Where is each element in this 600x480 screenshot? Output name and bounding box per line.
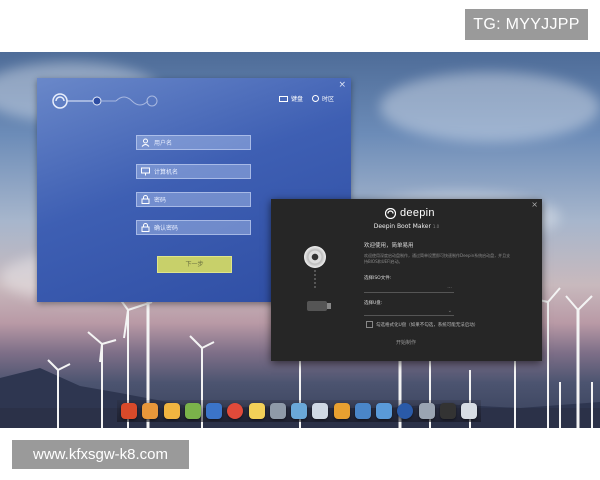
deepin-store-icon[interactable] [291, 403, 307, 419]
install-progress-steps [52, 93, 158, 109]
lock-icon [141, 195, 150, 204]
disc-app-icon[interactable] [397, 403, 414, 419]
iso-file-selector[interactable]: ··· [364, 285, 454, 293]
app-title: Deepin Boot Maker 1.0 [271, 223, 542, 230]
start-button[interactable]: 开始制作 [396, 339, 416, 346]
files-icon[interactable] [142, 403, 159, 419]
welcome-text: 欢迎使用，简单易用 [364, 243, 414, 249]
boot-maker-window: × deepin Deepin Boot Maker 1.0 欢迎使用，简单易用… [271, 199, 542, 361]
installer-close-button[interactable]: × [338, 80, 346, 90]
network-icon[interactable] [354, 403, 371, 419]
launcher-icon[interactable] [121, 403, 137, 419]
usb-selector[interactable]: ⌄ [364, 308, 454, 316]
keyboard-button[interactable]: 键盘 [279, 94, 303, 103]
password-placeholder: 密码 [154, 197, 167, 204]
iso-label: 选择ISO文件: [364, 276, 392, 281]
keyboard-icon [279, 95, 288, 102]
format-checkbox-label: 勾选格式化U盘（如果不勾选，系统可能无法启动） [376, 322, 479, 328]
confirm-password-field[interactable]: 确认密码 [136, 220, 251, 235]
computer-name-placeholder: 计算机名 [154, 169, 179, 176]
top-watermark: TG: MYYJJPP [465, 9, 588, 40]
photos-icon[interactable] [312, 403, 329, 419]
browse-icon: ··· [447, 285, 452, 291]
confirm-password-placeholder: 确认密码 [154, 225, 179, 232]
bottom-watermark: www.kfxsgw-k8.com [12, 440, 189, 469]
deepin-logo-icon [385, 207, 396, 219]
notes-icon[interactable] [248, 403, 265, 419]
game-icon[interactable] [184, 403, 201, 419]
timezone-label: 时区 [322, 96, 335, 103]
timezone-button[interactable]: 时区 [312, 94, 334, 103]
clock-icon [312, 95, 319, 102]
description-text: 欢迎使用深度启动盘制作，通过简单设置即可快速制作Deepin系统启动盘，并且支持… [364, 253, 511, 264]
bootmaker-close-button[interactable]: × [531, 200, 538, 209]
browser-icon[interactable] [206, 403, 222, 419]
chevron-down-icon: ⌄ [447, 308, 452, 314]
trash-icon[interactable] [461, 403, 477, 419]
next-button[interactable]: 下一步 [157, 256, 232, 273]
usb-drive-icon [307, 301, 331, 311]
computer-icon [141, 167, 150, 176]
camera-icon[interactable] [439, 403, 456, 419]
app-title-text: Deepin Boot Maker [373, 223, 431, 230]
password-field[interactable]: 密码 [136, 192, 251, 207]
progress-dots [314, 270, 316, 290]
archive-icon[interactable] [333, 403, 350, 419]
disc-icon [304, 246, 326, 268]
username-field[interactable]: 用户名 [136, 135, 251, 150]
username-placeholder: 用户名 [154, 140, 173, 147]
user-icon [141, 138, 150, 147]
format-checkbox[interactable] [366, 321, 373, 328]
terminal-icon[interactable] [418, 403, 435, 419]
deepin-logo: deepin [385, 207, 435, 219]
dock [117, 400, 481, 422]
format-checkbox-row[interactable]: 勾选格式化U盘（如果不勾选，系统可能无法启动） [366, 321, 478, 328]
settings-icon[interactable] [269, 403, 286, 419]
app-version: 1.0 [432, 224, 440, 229]
chrome-icon[interactable] [227, 403, 244, 419]
brand-name: deepin [400, 207, 435, 219]
keyboard-label: 键盘 [291, 96, 304, 103]
computer-name-field[interactable]: 计算机名 [136, 164, 251, 179]
monitor-icon[interactable] [376, 403, 392, 419]
music-icon[interactable] [163, 403, 180, 419]
usb-label: 选择U盘: [364, 301, 383, 306]
lock-icon [141, 223, 150, 232]
